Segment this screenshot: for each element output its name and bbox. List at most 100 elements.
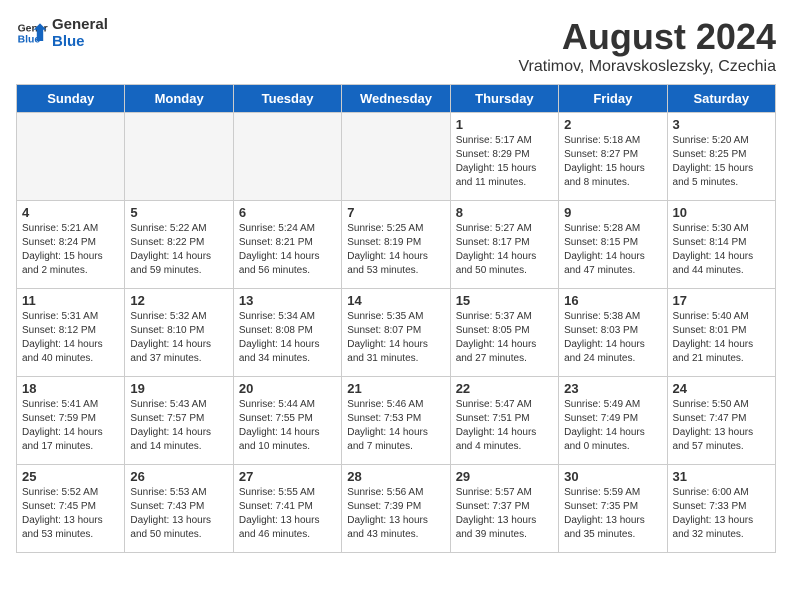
weekday-header: Saturday xyxy=(667,85,775,113)
day-number: 4 xyxy=(22,205,119,220)
day-number: 7 xyxy=(347,205,444,220)
calendar-cell: 5 Sunrise: 5:22 AM Sunset: 8:22 PM Daylig… xyxy=(125,201,233,289)
day-info: Sunrise: 5:49 AM Sunset: 7:49 PM Dayligh… xyxy=(564,398,661,454)
day-info: Sunrise: 5:52 AM Sunset: 7:45 PM Dayligh… xyxy=(22,486,119,542)
day-info: Sunrise: 5:46 AM Sunset: 7:53 PM Dayligh… xyxy=(347,398,444,454)
day-info: Sunrise: 5:43 AM Sunset: 7:57 PM Dayligh… xyxy=(130,398,227,454)
day-number: 9 xyxy=(564,205,661,220)
day-number: 3 xyxy=(673,117,770,132)
day-number: 28 xyxy=(347,469,444,484)
weekday-header: Friday xyxy=(559,85,667,113)
day-info: Sunrise: 5:50 AM Sunset: 7:47 PM Dayligh… xyxy=(673,398,770,454)
day-number: 31 xyxy=(673,469,770,484)
month-year: August 2024 xyxy=(518,16,776,58)
day-info: Sunrise: 5:21 AM Sunset: 8:24 PM Dayligh… xyxy=(22,222,119,278)
day-number: 15 xyxy=(456,293,553,308)
day-info: Sunrise: 5:18 AM Sunset: 8:27 PM Dayligh… xyxy=(564,134,661,190)
day-number: 6 xyxy=(239,205,336,220)
day-info: Sunrise: 5:17 AM Sunset: 8:29 PM Dayligh… xyxy=(456,134,553,190)
calendar-cell: 17 Sunrise: 5:40 AM Sunset: 8:01 PM Dayli… xyxy=(667,289,775,377)
day-number: 26 xyxy=(130,469,227,484)
logo-line1: General xyxy=(52,16,108,33)
day-info: Sunrise: 5:41 AM Sunset: 7:59 PM Dayligh… xyxy=(22,398,119,454)
day-number: 18 xyxy=(22,381,119,396)
calendar-cell: 8Sunrise: 5:27 AM Sunset: 8:17 PM Daylig… xyxy=(450,201,558,289)
calendar-cell: 29 Sunrise: 5:57 AM Sunset: 7:37 PM Dayli… xyxy=(450,465,558,553)
day-number: 10 xyxy=(673,205,770,220)
calendar-cell: 18 Sunrise: 5:41 AM Sunset: 7:59 PM Dayli… xyxy=(17,377,125,465)
weekday-header: Wednesday xyxy=(342,85,450,113)
calendar-cell: 15 Sunrise: 5:37 AM Sunset: 8:05 PM Dayli… xyxy=(450,289,558,377)
day-info: Sunrise: 5:32 AM Sunset: 8:10 PM Dayligh… xyxy=(130,310,227,366)
calendar-cell: 22Sunrise: 5:47 AM Sunset: 7:51 PM Dayli… xyxy=(450,377,558,465)
day-number: 1 xyxy=(456,117,553,132)
calendar-cell: 10 Sunrise: 5:30 AM Sunset: 8:14 PM Dayli… xyxy=(667,201,775,289)
calendar-cell: 30Sunrise: 5:59 AM Sunset: 7:35 PM Dayli… xyxy=(559,465,667,553)
day-number: 23 xyxy=(564,381,661,396)
day-info: Sunrise: 5:20 AM Sunset: 8:25 PM Dayligh… xyxy=(673,134,770,190)
day-info: Sunrise: 5:35 AM Sunset: 8:07 PM Dayligh… xyxy=(347,310,444,366)
day-info: Sunrise: 5:56 AM Sunset: 7:39 PM Dayligh… xyxy=(347,486,444,542)
day-info: Sunrise: 5:22 AM Sunset: 8:22 PM Dayligh… xyxy=(130,222,227,278)
calendar-table: SundayMondayTuesdayWednesdayThursdayFrid… xyxy=(16,84,776,553)
day-number: 20 xyxy=(239,381,336,396)
weekday-header: Monday xyxy=(125,85,233,113)
day-info: Sunrise: 5:44 AM Sunset: 7:55 PM Dayligh… xyxy=(239,398,336,454)
day-number: 11 xyxy=(22,293,119,308)
day-number: 19 xyxy=(130,381,227,396)
calendar-cell: 27 Sunrise: 5:55 AM Sunset: 7:41 PM Dayli… xyxy=(233,465,341,553)
day-info: Sunrise: 5:30 AM Sunset: 8:14 PM Dayligh… xyxy=(673,222,770,278)
day-number: 8 xyxy=(456,205,553,220)
calendar-cell: 6 Sunrise: 5:24 AM Sunset: 8:21 PM Daylig… xyxy=(233,201,341,289)
calendar-cell: 7Sunrise: 5:25 AM Sunset: 8:19 PM Daylig… xyxy=(342,201,450,289)
calendar-cell: 16 Sunrise: 5:38 AM Sunset: 8:03 PM Dayli… xyxy=(559,289,667,377)
logo-line2: Blue xyxy=(52,33,108,50)
location: Vratimov, Moravskoslezsky, Czechia xyxy=(518,58,776,76)
day-number: 29 xyxy=(456,469,553,484)
calendar-cell: 21 Sunrise: 5:46 AM Sunset: 7:53 PM Dayli… xyxy=(342,377,450,465)
day-info: Sunrise: 5:34 AM Sunset: 8:08 PM Dayligh… xyxy=(239,310,336,366)
day-number: 25 xyxy=(22,469,119,484)
day-info: Sunrise: 6:00 AM Sunset: 7:33 PM Dayligh… xyxy=(673,486,770,542)
calendar-cell: 13 Sunrise: 5:34 AM Sunset: 8:08 PM Dayli… xyxy=(233,289,341,377)
header: General Blue General Blue August 2024 Vr… xyxy=(16,16,776,76)
day-info: Sunrise: 5:38 AM Sunset: 8:03 PM Dayligh… xyxy=(564,310,661,366)
day-number: 13 xyxy=(239,293,336,308)
calendar-cell: 23 Sunrise: 5:49 AM Sunset: 7:49 PM Dayli… xyxy=(559,377,667,465)
day-number: 14 xyxy=(347,293,444,308)
calendar-cell: 26 Sunrise: 5:53 AM Sunset: 7:43 PM Dayli… xyxy=(125,465,233,553)
weekday-header: Tuesday xyxy=(233,85,341,113)
logo-icon: General Blue xyxy=(16,17,48,49)
calendar-cell: 14 Sunrise: 5:35 AM Sunset: 8:07 PM Dayli… xyxy=(342,289,450,377)
calendar-cell: 19 Sunrise: 5:43 AM Sunset: 7:57 PM Dayli… xyxy=(125,377,233,465)
calendar-cell xyxy=(17,113,125,201)
day-number: 12 xyxy=(130,293,227,308)
day-number: 17 xyxy=(673,293,770,308)
logo: General Blue General Blue xyxy=(16,16,108,50)
calendar-cell: 4 Sunrise: 5:21 AM Sunset: 8:24 PM Daylig… xyxy=(17,201,125,289)
day-info: Sunrise: 5:28 AM Sunset: 8:15 PM Dayligh… xyxy=(564,222,661,278)
day-info: Sunrise: 5:53 AM Sunset: 7:43 PM Dayligh… xyxy=(130,486,227,542)
day-info: Sunrise: 5:37 AM Sunset: 8:05 PM Dayligh… xyxy=(456,310,553,366)
day-number: 21 xyxy=(347,381,444,396)
day-info: Sunrise: 5:57 AM Sunset: 7:37 PM Dayligh… xyxy=(456,486,553,542)
calendar-cell: 24 Sunrise: 5:50 AM Sunset: 7:47 PM Dayli… xyxy=(667,377,775,465)
calendar-cell: 20 Sunrise: 5:44 AM Sunset: 7:55 PM Dayli… xyxy=(233,377,341,465)
day-info: Sunrise: 5:40 AM Sunset: 8:01 PM Dayligh… xyxy=(673,310,770,366)
day-number: 16 xyxy=(564,293,661,308)
weekday-header: Sunday xyxy=(17,85,125,113)
calendar-cell: 3 Sunrise: 5:20 AM Sunset: 8:25 PM Daylig… xyxy=(667,113,775,201)
calendar-cell: 1 Sunrise: 5:17 AM Sunset: 8:29 PM Daylig… xyxy=(450,113,558,201)
day-number: 5 xyxy=(130,205,227,220)
day-info: Sunrise: 5:24 AM Sunset: 8:21 PM Dayligh… xyxy=(239,222,336,278)
day-number: 27 xyxy=(239,469,336,484)
day-info: Sunrise: 5:55 AM Sunset: 7:41 PM Dayligh… xyxy=(239,486,336,542)
calendar-cell xyxy=(342,113,450,201)
title-block: August 2024 Vratimov, Moravskoslezsky, C… xyxy=(518,16,776,76)
calendar-cell: 9 Sunrise: 5:28 AM Sunset: 8:15 PM Daylig… xyxy=(559,201,667,289)
day-number: 24 xyxy=(673,381,770,396)
calendar-cell: 11 Sunrise: 5:31 AM Sunset: 8:12 PM Dayli… xyxy=(17,289,125,377)
day-number: 2 xyxy=(564,117,661,132)
calendar-cell: 2 Sunrise: 5:18 AM Sunset: 8:27 PM Daylig… xyxy=(559,113,667,201)
day-info: Sunrise: 5:31 AM Sunset: 8:12 PM Dayligh… xyxy=(22,310,119,366)
